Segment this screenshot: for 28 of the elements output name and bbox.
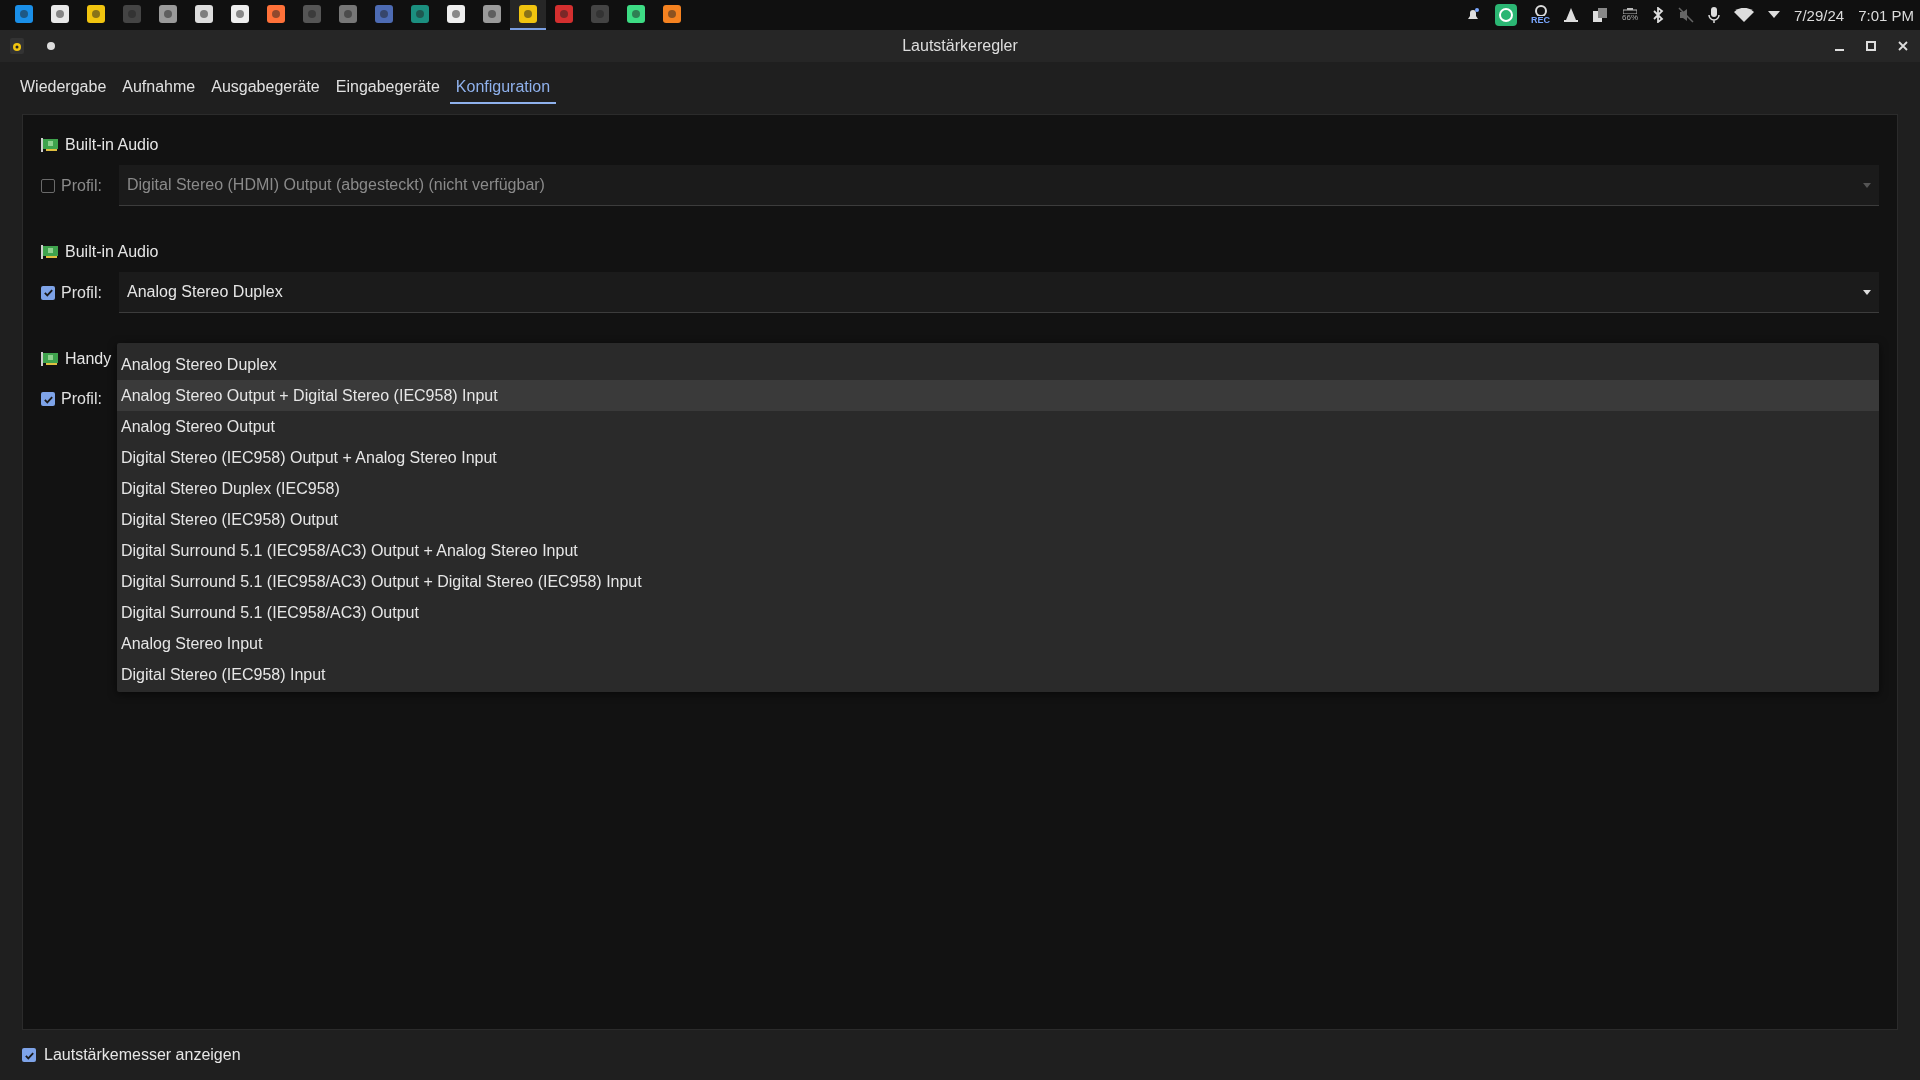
battery-indicator[interactable]: 66% [1622, 8, 1639, 22]
window-title: Lautstärkeregler [901, 37, 1019, 55]
card-name: Built-in Audio [65, 136, 159, 154]
dropdown-option[interactable]: Digital Surround 5.1 (IEC958/AC3) Output + Analog Stereo Input [117, 535, 1879, 566]
dropdown-option[interactable]: Analog Stereo Input [117, 628, 1879, 659]
dropdown-option[interactable]: Digital Surround 5.1 (IEC958/AC3) Output [117, 597, 1879, 628]
dropdown-option[interactable]: Digital Stereo (IEC958) Output [117, 504, 1879, 535]
tab[interactable]: Konfiguration [449, 74, 557, 104]
tab[interactable]: Ausgabegeräte [205, 74, 326, 104]
profile-label: Profil: [61, 176, 103, 195]
date-label: 7/29/24 [1794, 6, 1845, 24]
dropdown-option[interactable]: Analog Stereo Output + Digital Stereo (IEC958) Input [117, 380, 1879, 411]
dropdown-option[interactable]: Analog Stereo Output [117, 411, 1879, 442]
profile-label: Profil: [61, 283, 103, 302]
tab[interactable]: Aufnahme [116, 74, 202, 104]
dropdown-option[interactable]: Digital Stereo (IEC958) Input [117, 659, 1879, 690]
tab[interactable]: Wiedergabe [14, 74, 113, 104]
profile-label: Profil: [61, 390, 103, 408]
dropdown-option[interactable]: Digital Surround 5.1 (IEC958/AC3) Output + Digital Stereo (IEC958) Input [117, 566, 1879, 597]
dropdown-option[interactable]: Analog Stereo Duplex [117, 349, 1879, 380]
clock-label: 7:01 PM [1858, 6, 1914, 24]
profile-dropdown[interactable]: Analog Stereo Duplex [119, 272, 1879, 313]
dropdown-option[interactable]: Digital Stereo (IEC958) Output + Analog Stereo Input [117, 442, 1879, 473]
dropdown-option[interactable]: Digital Stereo Duplex (IEC958) [117, 473, 1879, 504]
tab[interactable]: Eingabegeräte [329, 74, 446, 104]
card-name: Built-in Audio [65, 243, 159, 261]
card-name: Handy [65, 350, 112, 368]
checkbox-label: Lautstärkemesser anzeigen [44, 1046, 241, 1064]
